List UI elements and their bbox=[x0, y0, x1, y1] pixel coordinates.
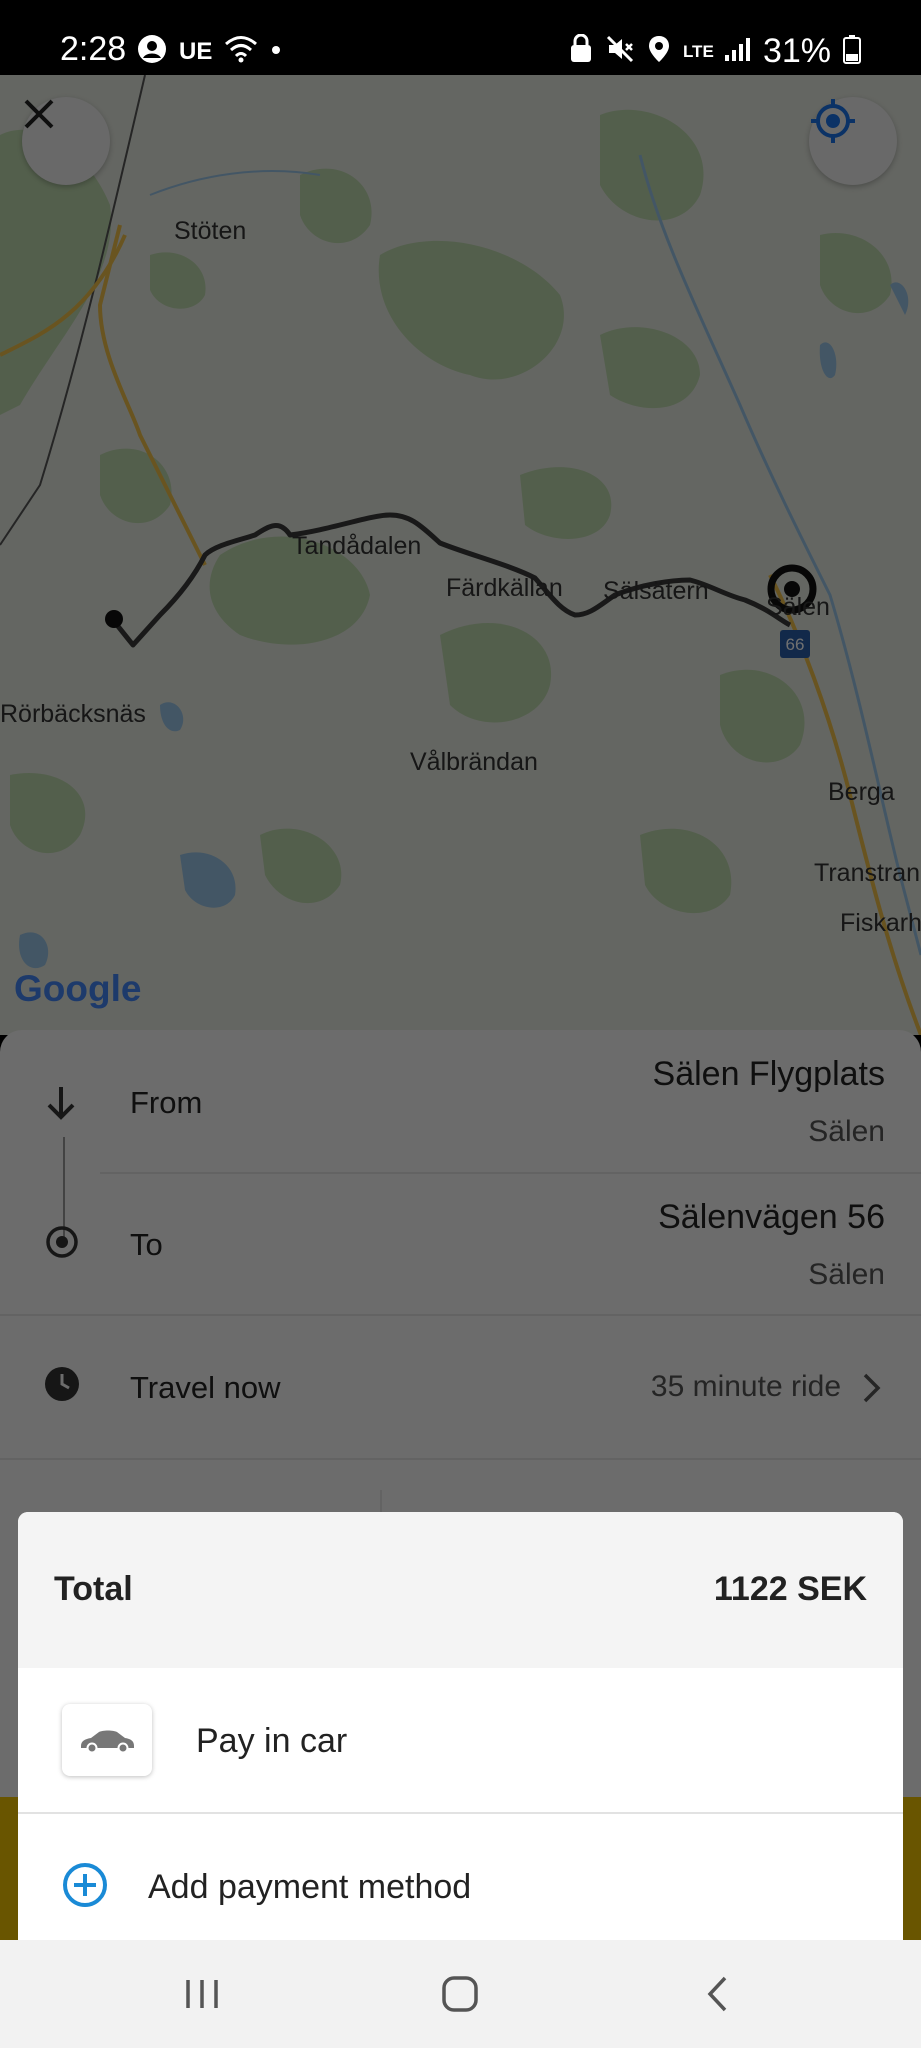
location-icon bbox=[647, 34, 671, 69]
to-label: To bbox=[130, 1227, 163, 1262]
my-location-icon bbox=[811, 99, 855, 143]
home-button[interactable] bbox=[420, 1964, 500, 2024]
map-label-stoten: Stöten bbox=[174, 217, 247, 245]
travel-now-label: Travel now bbox=[130, 1370, 281, 1405]
map-label-transtrand: Transtran bbox=[814, 859, 921, 887]
arrow-down-icon bbox=[44, 1085, 78, 1126]
wifi-icon bbox=[224, 34, 258, 69]
add-circle-icon bbox=[62, 1862, 108, 1913]
add-payment-method-button[interactable]: Add payment method bbox=[18, 1814, 903, 1940]
map-label-fardkallan: Färdkällan bbox=[446, 574, 563, 602]
travel-time-row[interactable]: Travel now 35 minute ride bbox=[0, 1316, 921, 1456]
map-label-fiskarheden: Fiskarh bbox=[840, 909, 921, 937]
from-row[interactable]: From Sälen Flygplats Sälen bbox=[0, 1030, 921, 1170]
from-area: Sälen bbox=[808, 1115, 885, 1148]
signal-icon bbox=[723, 35, 751, 68]
close-icon bbox=[24, 99, 54, 129]
account-circle-icon bbox=[137, 34, 167, 69]
status-time: 2:28 bbox=[60, 30, 127, 68]
map-view[interactable]: 66 Stöten Tandådalen Färdkällan Sälsäter… bbox=[0, 75, 921, 1035]
destination-icon bbox=[44, 1224, 80, 1265]
lock-icon bbox=[569, 33, 593, 69]
total-label: Total bbox=[54, 1570, 133, 1608]
close-button[interactable] bbox=[22, 97, 110, 185]
car-icon-box bbox=[62, 1704, 152, 1776]
google-logo: Google bbox=[14, 968, 142, 1009]
from-label: From bbox=[130, 1085, 203, 1120]
status-right-icons: LTE 31% bbox=[569, 32, 861, 71]
map-label-tandadalen: Tandådalen bbox=[292, 532, 422, 560]
ride-duration: 35 minute ride bbox=[650, 1370, 841, 1403]
to-area: Sälen bbox=[808, 1258, 885, 1291]
home-icon bbox=[442, 1976, 478, 2012]
mute-icon bbox=[605, 34, 635, 69]
pay-in-car-option[interactable]: Pay in car bbox=[18, 1668, 903, 1812]
map-label-salsatern: Sälsätern bbox=[603, 577, 709, 605]
back-button[interactable] bbox=[678, 1964, 758, 2024]
divider bbox=[0, 1458, 921, 1460]
map-label-berga: Berga bbox=[828, 778, 895, 806]
car-icon bbox=[81, 1730, 134, 1754]
battery-percent: 31% bbox=[762, 32, 831, 70]
recents-icon bbox=[186, 1980, 218, 2008]
status-bar: 2:28 UE LTE 31% bbox=[0, 0, 921, 75]
payment-sheet: Total 1122 SEK Pay in car Add payment me… bbox=[18, 1512, 903, 1940]
system-nav-bar bbox=[0, 1940, 921, 2048]
total-header: Total 1122 SEK bbox=[18, 1512, 903, 1668]
pay-in-car-label: Pay in car bbox=[196, 1722, 348, 1760]
road-shield-66: 66 bbox=[786, 635, 805, 654]
status-left-icons: UE bbox=[137, 34, 282, 69]
to-place: Sälenvägen 56 bbox=[658, 1198, 885, 1236]
back-icon bbox=[707, 1976, 727, 2012]
map-label-rorbacksnas: Rörbäcksnäs bbox=[0, 700, 146, 728]
ue-icon: UE bbox=[179, 37, 213, 65]
from-place: Sälen Flygplats bbox=[652, 1055, 885, 1093]
to-row[interactable]: To Sälenvägen 56 Sälen bbox=[0, 1172, 921, 1314]
clock-icon bbox=[44, 1366, 80, 1407]
map-canvas: 66 bbox=[0, 75, 921, 1035]
total-value: 1122 SEK bbox=[713, 1570, 867, 1608]
battery-icon bbox=[843, 34, 861, 69]
recents-button[interactable] bbox=[162, 1964, 242, 2024]
map-label-valbrandan: Vålbrändan bbox=[410, 748, 538, 776]
map-label-salen: Sälen bbox=[766, 593, 830, 621]
dot-icon bbox=[270, 43, 282, 61]
chevron-right-icon bbox=[861, 1372, 883, 1409]
lte-icon: LTE bbox=[682, 41, 714, 61]
add-payment-method-label: Add payment method bbox=[148, 1868, 472, 1906]
my-location-button[interactable] bbox=[809, 97, 897, 185]
